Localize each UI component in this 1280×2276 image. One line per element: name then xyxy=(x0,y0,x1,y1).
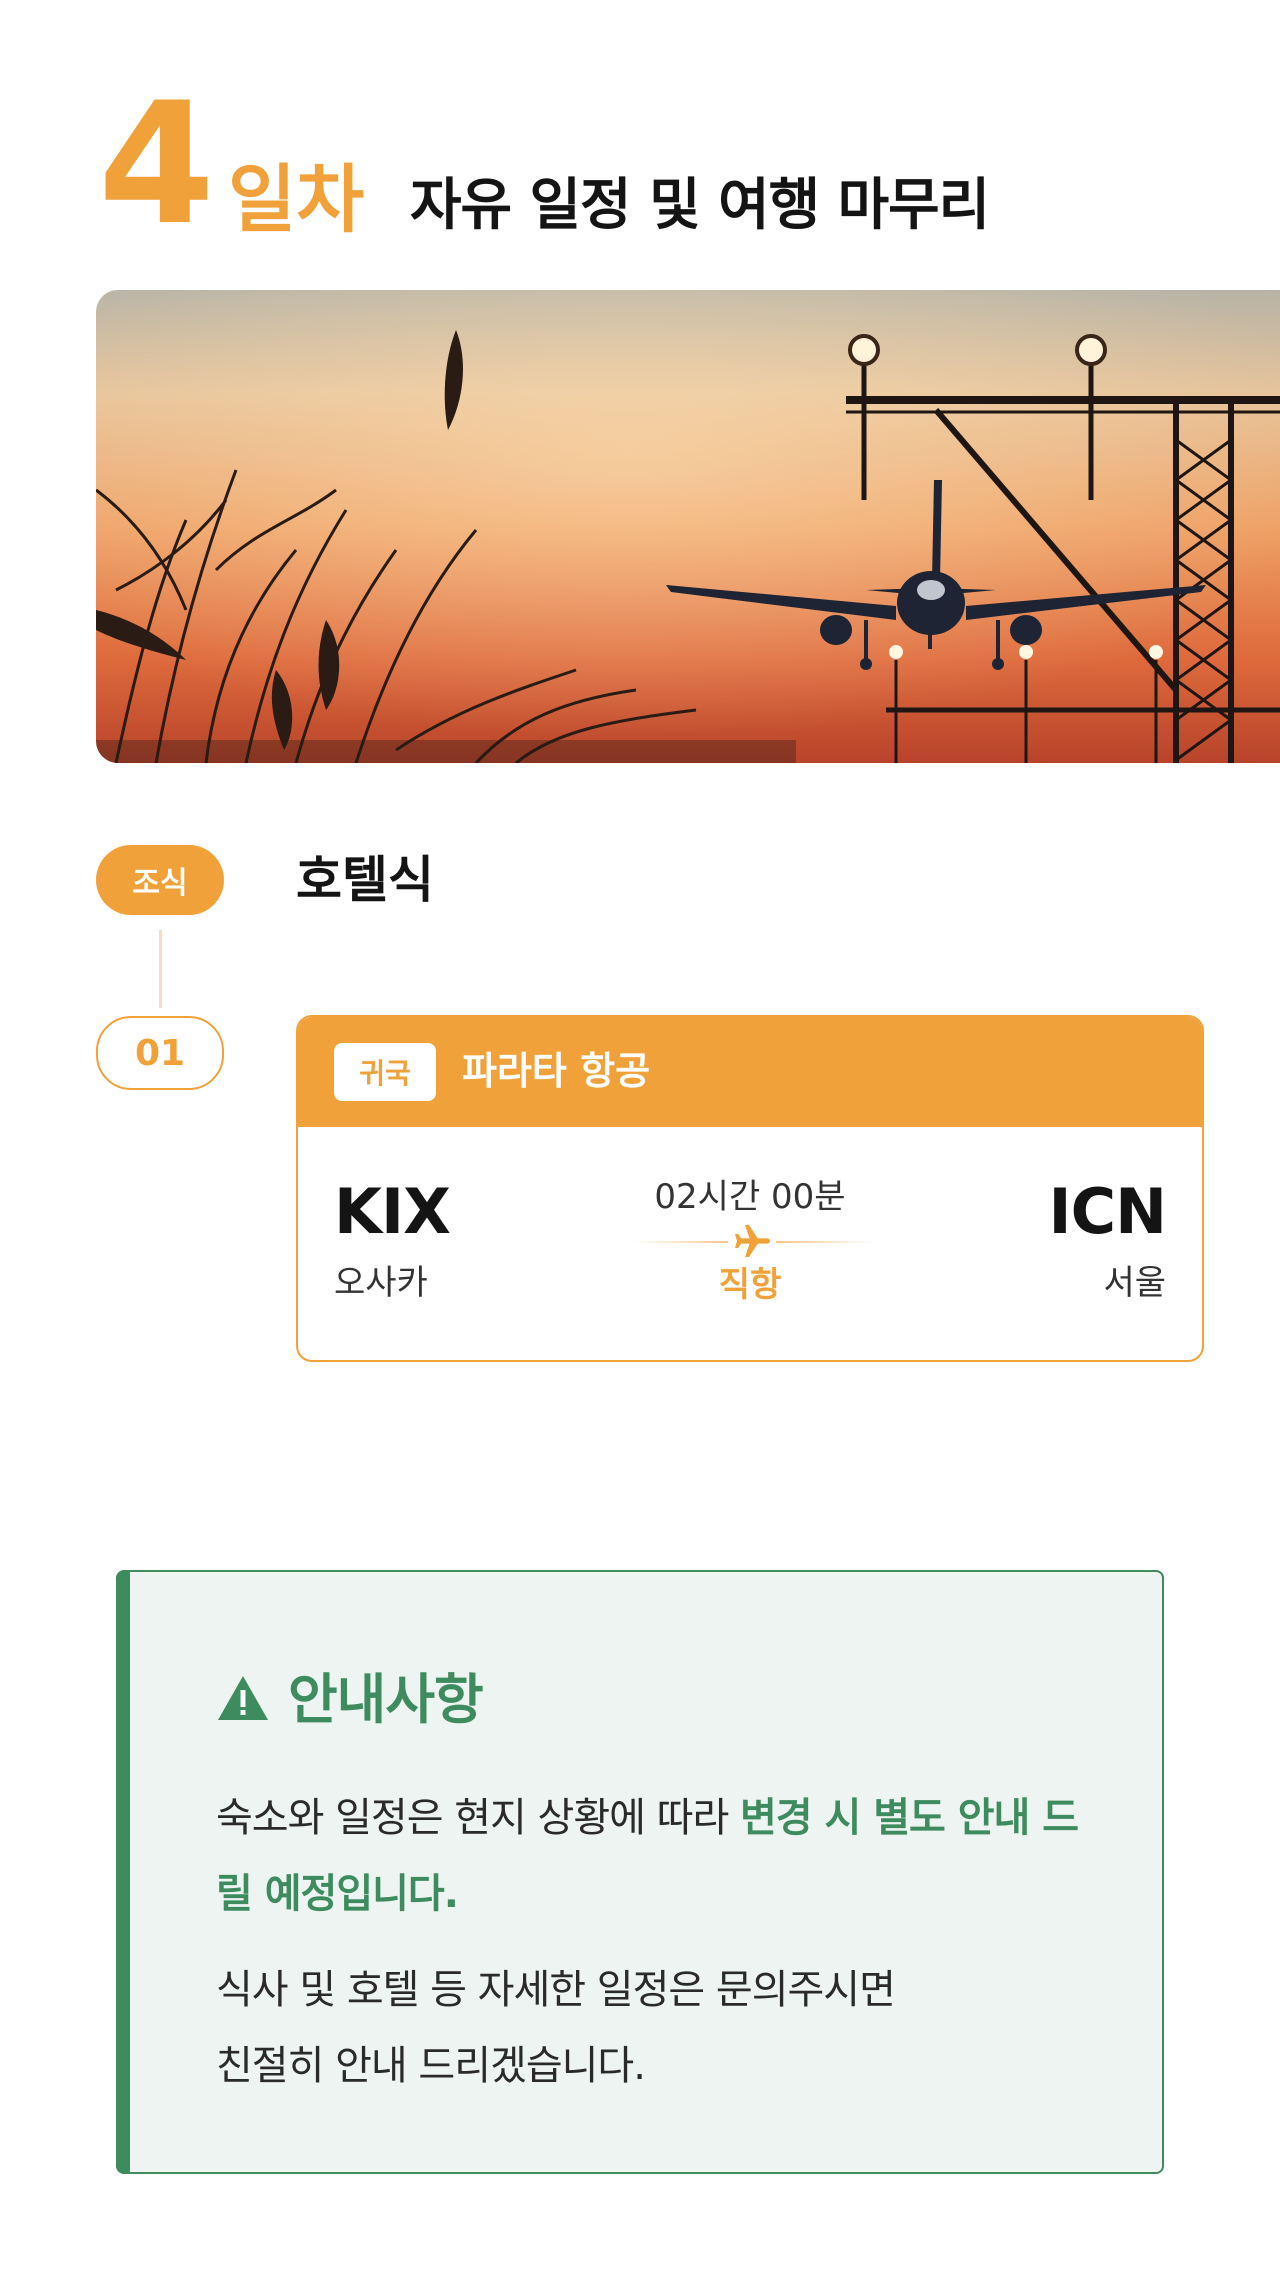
day-number: 4 xyxy=(98,66,215,262)
meal-description: 호텔식 xyxy=(296,851,434,909)
destination-code: ICN xyxy=(1048,1175,1167,1248)
notice-paragraph-2: 식사 및 호텔 등 자세한 일정은 문의주시면 친절히 안내 드리겠습니다. xyxy=(216,1952,1096,2104)
notice-title-row: 안내사항 xyxy=(216,1668,484,1732)
timeline-connector xyxy=(159,930,162,1008)
notice-box: 안내사항 숙소와 일정은 현지 상황에 따라 변경 시 별도 안내 드릴 예정입… xyxy=(116,1570,1164,2174)
step-number-badge: 01 xyxy=(96,1016,224,1090)
notice-p2-line-2: 친절히 안내 드리겠습니다. xyxy=(216,2043,646,2089)
notice-paragraph-1: 숙소와 일정은 현지 상황에 따라 변경 시 별도 안내 드릴 예정입니다. xyxy=(216,1780,1096,1932)
return-badge: 귀국 xyxy=(334,1043,436,1101)
airplane-icon xyxy=(728,1221,776,1261)
hero-image-airplane-landing xyxy=(96,290,1280,763)
day-unit-label: 일차 xyxy=(228,157,365,243)
meal-tag: 조식 xyxy=(96,845,224,915)
notice-p2-line-1: 식사 및 호텔 등 자세한 일정은 문의주시면 xyxy=(216,1967,896,2013)
day-title: 자유 일정 및 여행 마무리 xyxy=(410,173,990,238)
flight-type: 직항 xyxy=(718,1265,782,1305)
notice-p1-text: 숙소와 일정은 현지 상황에 따라 xyxy=(216,1795,740,1841)
warning-icon xyxy=(216,1674,270,1726)
airline-name: 파라타 항공 xyxy=(462,1049,651,1093)
flight-card-header: 귀국 파라타 항공 xyxy=(298,1017,1202,1127)
notice-title: 안내사항 xyxy=(288,1668,484,1731)
flight-card: 귀국 파라타 항공 KIX 오사카 02시간 00분 직항 ICN 서울 xyxy=(296,1015,1204,1362)
destination-city: 서울 xyxy=(1103,1263,1166,1303)
